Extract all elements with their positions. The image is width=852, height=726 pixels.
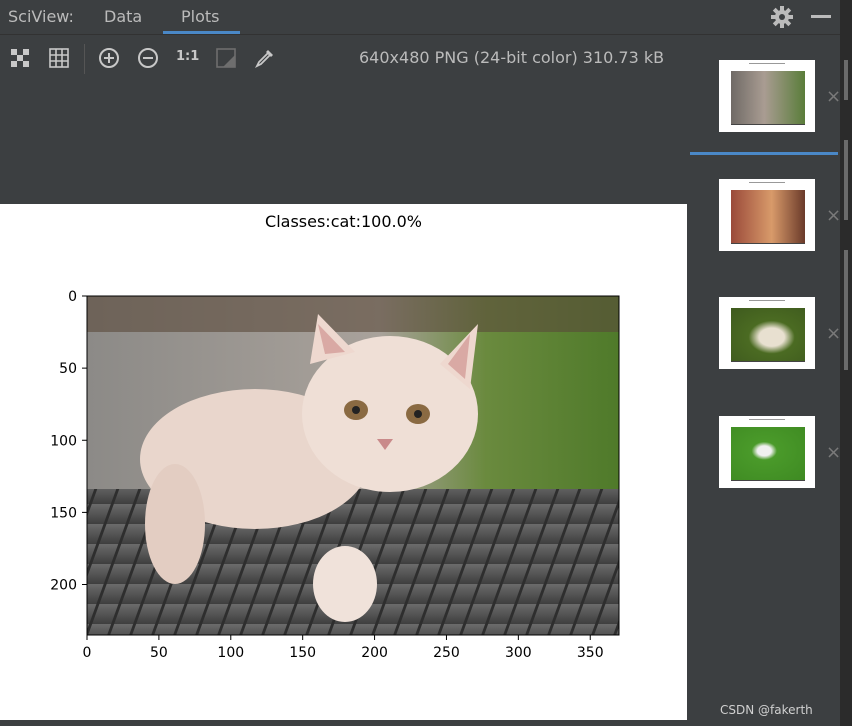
close-thumbnail-3-icon[interactable]: × [826, 323, 841, 344]
x-tick-label: 150 [289, 645, 316, 661]
x-tick-label: 0 [83, 645, 92, 661]
app-title: SciView: [8, 7, 74, 26]
x-tick-label: 350 [577, 645, 604, 661]
y-tick-label: 100 [50, 433, 77, 449]
selected-thumbnail-indicator [690, 152, 838, 155]
right-tool-strip [840, 0, 852, 726]
watermark: CSDN @fakerth [720, 703, 813, 717]
actual-size-icon[interactable]: 1:1 [176, 49, 199, 64]
active-tab-indicator [163, 31, 240, 34]
thumbnail-cat-1[interactable] [719, 60, 815, 132]
toolbar-separator [84, 44, 85, 74]
x-tick-label: 250 [433, 645, 460, 661]
thumbnail-cat-2[interactable] [719, 179, 815, 251]
fit-icon[interactable] [8, 46, 32, 70]
zoom-out-icon[interactable] [136, 46, 160, 70]
zoom-in-icon[interactable] [97, 46, 121, 70]
y-tick-label: 50 [59, 361, 77, 377]
close-thumbnail-2-icon[interactable]: × [826, 205, 841, 226]
x-tick-label: 50 [150, 645, 168, 661]
close-thumbnail-1-icon[interactable]: × [826, 86, 841, 107]
image-info-label: 640x480 PNG (24-bit color) 310.73 kB [359, 48, 665, 67]
y-tick-label: 0 [68, 289, 77, 305]
plot-canvas: Classes:cat:100.0% 0 50 100 150 200 250 … [0, 204, 687, 720]
background-icon[interactable] [214, 46, 238, 70]
sciview-header: SciView: Data Plots [0, 0, 840, 35]
thumbnail-dog-1[interactable] [719, 297, 815, 369]
thumbnail-dog-2[interactable] [719, 416, 815, 488]
color-picker-icon[interactable] [253, 46, 277, 70]
plot-toolbar: 1:1 640x480 PNG (24-bit color) 310.73 kB [0, 38, 690, 78]
x-tick-label: 100 [217, 645, 244, 661]
plot-image [87, 296, 619, 635]
plot-svg: 0 50 100 150 200 250 300 350 0 50 100 150 200 [50, 289, 620, 661]
close-thumbnail-4-icon[interactable]: × [826, 442, 841, 463]
x-tick-label: 300 [505, 645, 532, 661]
tab-data[interactable]: Data [104, 7, 142, 26]
grid-icon[interactable] [47, 46, 71, 70]
x-tick-label: 200 [361, 645, 388, 661]
minimize-icon[interactable] [811, 15, 831, 18]
gear-icon[interactable] [770, 5, 794, 29]
y-tick-label: 200 [50, 578, 77, 594]
plots-thumbnail-panel [690, 38, 840, 726]
tab-plots[interactable]: Plots [181, 7, 220, 26]
y-tick-label: 150 [50, 505, 77, 521]
